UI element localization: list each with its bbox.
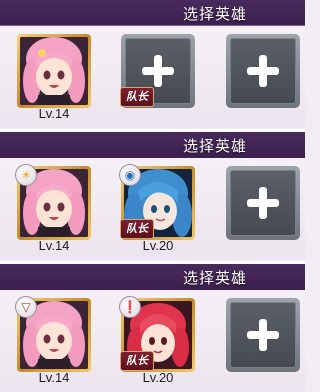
hero-slot-1[interactable]: ▽	[15, 296, 91, 372]
empty-slot-frame	[226, 298, 300, 372]
empty-slot-frame	[226, 34, 300, 108]
plus-icon	[230, 302, 296, 368]
panel-body: ▽ ❗ 队长 Lv.14 Lv.20	[0, 290, 305, 392]
plus-icon	[230, 38, 296, 104]
empty-slot[interactable]	[226, 166, 300, 240]
water-element-icon: ◉	[119, 164, 141, 186]
shield-element-icon: ▽	[15, 296, 37, 318]
empty-slot[interactable]	[226, 34, 300, 108]
panel-header: 选择英雄	[0, 261, 305, 292]
hero-level: Lv.14	[38, 238, 70, 253]
panel-title: 选择英雄	[182, 269, 247, 287]
panel-title: 选择英雄	[182, 137, 247, 155]
captain-badge: 队长	[120, 351, 154, 371]
light-element-icon: ✳	[15, 164, 37, 186]
hero-level: Lv.20	[142, 370, 174, 385]
panel-body: ✳ ◉ 队长 Lv.14 Lv.20	[0, 158, 305, 260]
team-panel-1: 选择英雄 队长 Lv.14	[0, 0, 305, 128]
panel-header: 选择英雄	[0, 0, 305, 27]
team-panel-3: 选择英雄 ▽ ❗ 队长 Lv.14 Lv.20	[0, 261, 305, 392]
captain-badge: 队长	[120, 219, 154, 239]
captain-badge: 队长	[120, 87, 154, 107]
team-select-screen: 选择英雄 队长 Lv.14 选择英雄 ✳ ◉ 队长 Lv.14 Lv.20 选择…	[0, 0, 305, 392]
pink-hair-girl-portrait	[20, 37, 88, 105]
panel-body: 队长 Lv.14	[0, 26, 305, 128]
plus-icon	[230, 170, 296, 236]
hero-slot-2-captain[interactable]: ❗ 队长	[119, 296, 195, 372]
empty-slot[interactable]	[226, 298, 300, 372]
hero-slot-1[interactable]	[17, 34, 91, 108]
hero-level: Lv.14	[38, 106, 70, 121]
hero-slot-1[interactable]: ✳	[15, 164, 91, 240]
empty-slot-captain[interactable]: 队长	[120, 34, 195, 108]
team-panel-2: 选择英雄 ✳ ◉ 队长 Lv.14 Lv.20	[0, 129, 305, 260]
hero-portrait-frame	[17, 34, 91, 108]
panel-header: 选择英雄	[0, 129, 305, 160]
hero-level: Lv.14	[38, 370, 70, 385]
hero-slot-2-captain[interactable]: ◉ 队长	[119, 164, 195, 240]
fire-element-icon: ❗	[119, 296, 141, 318]
hero-level: Lv.20	[142, 238, 174, 253]
empty-slot-frame	[226, 166, 300, 240]
panel-title: 选择英雄	[182, 5, 247, 23]
